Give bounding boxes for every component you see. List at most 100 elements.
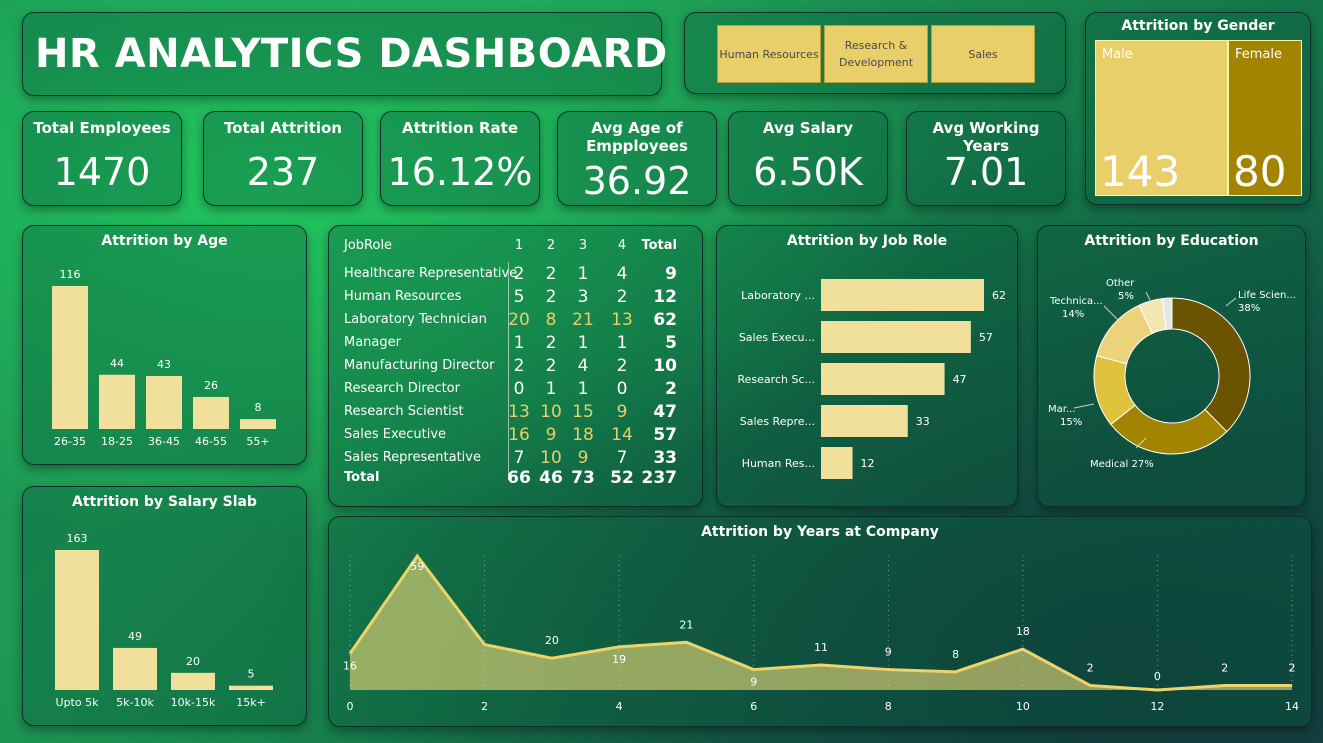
jobrole-chart-card: Attrition by Job Role Laboratory ... 62 Sa… bbox=[716, 225, 1018, 507]
jobrole-bar-chart: Laboratory ... 62 Sales Execu... 57 Research… bbox=[738, 279, 1006, 479]
point-label: 0 bbox=[1154, 670, 1161, 683]
matrix-cell: 2 bbox=[513, 356, 525, 376]
kpi-value: 36.92 bbox=[582, 159, 692, 203]
kpi-attrition-rate: Attrition Rate 16.12% bbox=[380, 111, 540, 206]
x-tick-label: 5k-10k bbox=[116, 696, 154, 709]
matrix-cell: 18 bbox=[572, 425, 594, 445]
point-label: 20 bbox=[545, 634, 559, 647]
bar-26-35[interactable] bbox=[52, 286, 88, 429]
bar-Upto 5k[interactable] bbox=[55, 550, 99, 690]
matrix-grand-total: 237 bbox=[641, 468, 678, 488]
treemap-block-female[interactable]: Female 80 bbox=[1228, 40, 1302, 196]
y-tick-label: Human Res... bbox=[742, 457, 815, 470]
matrix-row-total: 5 bbox=[665, 333, 677, 353]
donut-leader-line bbox=[1103, 305, 1119, 321]
kpi-avg-age: Avg Age of Empployees 36.92 bbox=[557, 111, 717, 206]
matrix-cell: 7 bbox=[513, 448, 525, 468]
bar-36-45[interactable] bbox=[146, 375, 182, 429]
donut-pct-label: 14% bbox=[1062, 309, 1084, 320]
matrix-row-total: 9 bbox=[665, 264, 677, 284]
bar-10k-15k[interactable] bbox=[171, 672, 215, 690]
x-tick-label: 46-55 bbox=[195, 435, 227, 448]
donut-leader-line bbox=[1073, 403, 1095, 409]
bar-46-55[interactable] bbox=[193, 396, 229, 429]
matrix-cell: 2 bbox=[513, 264, 525, 284]
bar-5k-10k[interactable] bbox=[113, 647, 157, 690]
matrix-cell: 5 bbox=[513, 287, 525, 307]
hbar-value-label: 47 bbox=[953, 373, 967, 386]
matrix-cell: 15 bbox=[572, 402, 594, 422]
matrix-cell: 8 bbox=[545, 310, 557, 330]
x-tick-label: 8 bbox=[885, 700, 892, 713]
treemap-value-male: 143 bbox=[1100, 147, 1181, 196]
point-label: 9 bbox=[750, 676, 757, 689]
matrix-cell: 20 bbox=[508, 310, 530, 330]
x-tick-label: 36-45 bbox=[148, 435, 180, 448]
treemap-label-male: Male bbox=[1102, 47, 1133, 62]
bar-value-label: 163 bbox=[67, 532, 88, 545]
education-chart-card: Attrition by Education Life Scien... 38% M… bbox=[1037, 225, 1306, 507]
matrix-cell: 9 bbox=[577, 448, 589, 468]
donut-pct-label: 15% bbox=[1060, 417, 1082, 428]
education-donut-chart: Life Scien... 38% Medical 27% Mar... 15% Tech… bbox=[1048, 278, 1296, 470]
matrix-row-total: 10 bbox=[653, 356, 677, 376]
bar-15k+[interactable] bbox=[229, 685, 273, 690]
donut-slice[interactable] bbox=[1171, 297, 1251, 433]
point-label: 2 bbox=[1221, 661, 1228, 674]
donut-leader-line bbox=[1145, 291, 1151, 301]
hbar-Sales Repre...[interactable] bbox=[821, 405, 908, 437]
bar-18-25[interactable] bbox=[99, 374, 135, 429]
bar-value-label: 116 bbox=[60, 268, 81, 281]
department-slicer: Human Resources Research & Development S… bbox=[684, 12, 1066, 94]
x-tick-label: 15k+ bbox=[236, 696, 266, 709]
hbar-Laboratory ...[interactable] bbox=[821, 279, 984, 311]
bar-value-label: 8 bbox=[255, 401, 262, 414]
matrix-cell: 2 bbox=[545, 356, 557, 376]
donut-leader-line bbox=[1225, 297, 1237, 307]
jobrole-matrix-card: JobRole 1 2 3 4 Total Healthcare Representativ… bbox=[328, 225, 703, 507]
age-chart-card: Attrition by Age 116 26-35 44 18-25 43 36-45 2… bbox=[22, 225, 307, 465]
matrix-cell: 1 bbox=[545, 379, 557, 399]
matrix-row-total: 47 bbox=[653, 402, 677, 422]
point-label: 19 bbox=[612, 653, 626, 666]
matrix-cell: 2 bbox=[545, 333, 557, 353]
slicer-item-research-development[interactable]: Research & Development bbox=[824, 25, 928, 83]
kpi-avg-salary: Avg Salary 6.50K bbox=[728, 111, 888, 206]
hbar-Human Res...[interactable] bbox=[821, 447, 853, 479]
bar-value-label: 20 bbox=[186, 655, 200, 668]
point-label: 2 bbox=[1087, 661, 1094, 674]
hbar-Research Sc...[interactable] bbox=[821, 363, 945, 395]
bar-55+[interactable] bbox=[240, 419, 276, 429]
slicer-item-human-resources[interactable]: Human Resources bbox=[717, 25, 821, 83]
hbar-Sales Execu...[interactable] bbox=[821, 321, 971, 353]
kpi-value: 237 bbox=[246, 150, 320, 194]
matrix-row-label: Laboratory Technician bbox=[344, 312, 487, 327]
matrix-header-jobrole: JobRole bbox=[344, 238, 393, 253]
kpi-total-attrition: Total Attrition 237 bbox=[203, 111, 363, 206]
matrix-total-cell: 46 bbox=[539, 468, 563, 488]
x-tick-label: 10k-15k bbox=[171, 696, 216, 709]
gender-chart-card: Attrition by Gender Male 143 Female 80 bbox=[1085, 12, 1311, 205]
y-tick-label: Sales Repre... bbox=[740, 415, 815, 428]
slicer-item-sales[interactable]: Sales bbox=[931, 25, 1035, 83]
x-tick-label: 26-35 bbox=[54, 435, 86, 448]
matrix-row-total: 2 bbox=[665, 379, 677, 399]
matrix-cell: 4 bbox=[577, 356, 589, 376]
kpi-label: Total Attrition bbox=[224, 119, 342, 137]
hbar-value-label: 12 bbox=[861, 457, 875, 470]
kpi-total-employees: Total Employees 1470 bbox=[22, 111, 182, 206]
matrix-cell: 1 bbox=[513, 333, 525, 353]
matrix-cell: 1 bbox=[577, 333, 589, 353]
treemap-label-female: Female bbox=[1235, 47, 1283, 62]
x-tick-label: Upto 5k bbox=[56, 696, 100, 709]
y-tick-label: Laboratory ... bbox=[741, 289, 815, 302]
bar-value-label: 5 bbox=[248, 668, 255, 681]
treemap-block-male[interactable]: Male 143 bbox=[1095, 40, 1228, 196]
kpi-value: 16.12% bbox=[387, 150, 533, 194]
point-label: 16 bbox=[343, 660, 357, 673]
matrix-row-total: 62 bbox=[653, 310, 677, 330]
donut-label: Mar... bbox=[1048, 404, 1076, 415]
area-fill bbox=[350, 556, 1292, 690]
bar-value-label: 43 bbox=[157, 358, 171, 371]
y-tick-label: Research Sc... bbox=[738, 373, 815, 386]
